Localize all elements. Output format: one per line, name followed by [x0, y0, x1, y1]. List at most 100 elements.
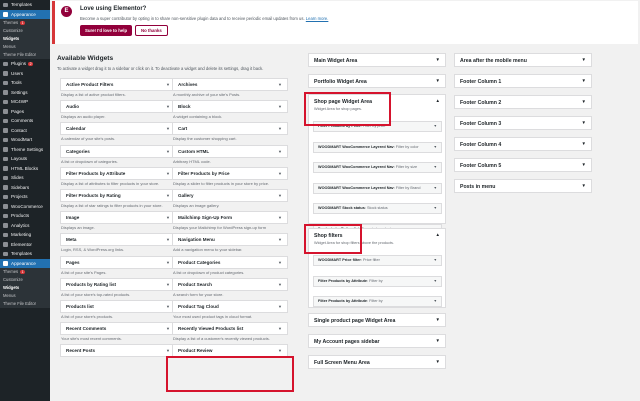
available-widget[interactable]: Products list ▼	[60, 300, 176, 313]
expand-toggle-icon[interactable]: ▼	[582, 120, 586, 125]
widget-area-title[interactable]: Footer Column 5	[460, 163, 501, 169]
submenu-item-themes[interactable]: Themes 1	[0, 19, 50, 27]
menu-item-analytics[interactable]: Analytics	[0, 221, 50, 231]
widget-area-title[interactable]: Portfolio Widget Area	[314, 79, 367, 85]
widget-arrow-icon[interactable]: ▼	[166, 323, 170, 334]
widget-area-title[interactable]: Single product page Widget Area	[314, 318, 395, 324]
available-widget[interactable]: Archives ▼	[172, 78, 288, 91]
widget-arrow-icon[interactable]: ▼	[278, 301, 282, 312]
widget-arrow-icon[interactable]: ▼	[278, 146, 282, 157]
widget-arrow-icon[interactable]: ▼	[433, 163, 437, 172]
available-widget[interactable]: Pages ▼	[60, 255, 176, 269]
expand-toggle-icon[interactable]: ▼	[582, 162, 586, 167]
widget-arrow-icon[interactable]: ▼	[278, 123, 282, 134]
available-widget[interactable]: Categories ▼	[60, 144, 176, 158]
menu-item-elementor[interactable]: Elementor	[0, 240, 50, 250]
widget-arrow-icon[interactable]: ▼	[166, 101, 170, 112]
expand-toggle-icon[interactable]: ▼	[582, 57, 586, 62]
placed-widget[interactable]: Filter Products by Price: Filter by pric…	[313, 121, 442, 132]
menu-item-plugins[interactable]: Plugins 2	[0, 59, 50, 69]
available-widget[interactable]: Navigation Menu ▼	[172, 233, 288, 247]
widget-arrow-icon[interactable]: ▼	[166, 79, 170, 90]
submenu-item-theme-file-editor[interactable]: Theme File Editor	[0, 300, 50, 308]
menu-item-mc4wp[interactable]: MC4WP	[0, 97, 50, 107]
menu-item-pages[interactable]: Pages	[0, 107, 50, 117]
expand-toggle-icon[interactable]: ▼	[582, 183, 586, 188]
collapse-toggle-icon[interactable]: ▲	[436, 232, 440, 237]
widget-arrow-icon[interactable]: ▼	[278, 79, 282, 90]
widget-area-title[interactable]: Footer Column 4	[460, 142, 501, 148]
widget-area-title[interactable]: My Account pages sidebar	[314, 339, 380, 345]
widget-area-title[interactable]: Footer Column 1	[460, 79, 501, 85]
menu-item-sidebars[interactable]: Sidebars	[0, 183, 50, 193]
available-widget[interactable]: Gallery ▼	[172, 189, 288, 202]
widget-arrow-icon[interactable]: ▼	[278, 279, 282, 290]
widget-area-title[interactable]: Footer Column 3	[460, 121, 501, 127]
expand-toggle-icon[interactable]: ▼	[582, 141, 586, 146]
available-widget[interactable]: Products by Rating list ▼	[60, 277, 176, 291]
widget-arrow-icon[interactable]: ▼	[278, 234, 282, 245]
menu-item-marketing[interactable]: Marketing	[0, 230, 50, 240]
menu-item-projects[interactable]: Projects	[0, 192, 50, 202]
widget-arrow-icon[interactable]: ▼	[278, 212, 282, 223]
available-widget[interactable]: Calendar ▼	[60, 122, 176, 136]
placed-widget[interactable]: WOODMART WooCommerce Layered Nav: Filter…	[313, 182, 442, 194]
menu-item-layouts[interactable]: Layouts	[0, 154, 50, 164]
placed-widget[interactable]: WOODMART WooCommerce Layered Nav: Filter…	[313, 162, 442, 173]
menu-item-tools[interactable]: Tools	[0, 78, 50, 88]
notice-learn-more-link[interactable]: Learn more.	[306, 16, 329, 21]
expand-toggle-icon[interactable]: ▼	[436, 359, 440, 364]
widget-arrow-icon[interactable]: ▼	[278, 168, 282, 179]
expand-toggle-icon[interactable]: ▼	[436, 57, 440, 62]
placed-widget[interactable]: Filter Products by Attribute: Filter by ▼	[313, 275, 442, 287]
available-widget[interactable]: Recently Viewed Products list ▼	[172, 322, 288, 336]
placed-widget[interactable]: WOODMART Stock status: Stock status ▼	[313, 203, 442, 214]
widget-arrow-icon[interactable]: ▼	[433, 277, 437, 286]
widget-arrow-icon[interactable]: ▼	[433, 184, 437, 193]
widget-area-title[interactable]: Shop page Widget Area	[314, 99, 372, 105]
menu-item-users[interactable]: Users	[0, 69, 50, 79]
widget-arrow-icon[interactable]: ▼	[166, 168, 170, 179]
widget-arrow-icon[interactable]: ▼	[278, 323, 282, 334]
placed-widget[interactable]: WOODMART Price filter: Price filter ▼	[313, 255, 442, 266]
expand-toggle-icon[interactable]: ▼	[436, 317, 440, 322]
menu-item-theme-settings[interactable]: Theme Settings	[0, 145, 50, 155]
widget-arrow-icon[interactable]: ▼	[166, 257, 170, 268]
available-widget[interactable]: Audio ▼	[60, 100, 176, 114]
widget-area-title[interactable]: Footer Column 2	[460, 100, 501, 106]
available-widget[interactable]: Mailchimp Sign-Up Form ▼	[172, 211, 288, 225]
available-widget[interactable]: Cart ▼	[172, 122, 288, 136]
submenu-item-widgets[interactable]: Widgets	[0, 284, 50, 292]
widget-arrow-icon[interactable]: ▼	[433, 122, 437, 131]
collapse-toggle-icon[interactable]: ▲	[436, 98, 440, 103]
placed-widget[interactable]: Filter Products by Attribute: Filter by ▼	[313, 296, 442, 307]
menu-item-templates[interactable]: Templates	[0, 0, 50, 10]
menu-item-templates[interactable]: Templates	[0, 249, 50, 259]
menu-item-settings[interactable]: Settings	[0, 88, 50, 98]
widget-arrow-icon[interactable]: ▼	[278, 257, 282, 268]
submenu-item-customize[interactable]: Customize	[0, 276, 50, 284]
expand-toggle-icon[interactable]: ▼	[582, 99, 586, 104]
submenu-item-widgets[interactable]: Widgets	[0, 35, 50, 43]
menu-item-comments[interactable]: Comments	[0, 116, 50, 126]
widget-arrow-icon[interactable]: ▼	[433, 204, 437, 213]
widget-arrow-icon[interactable]: ▼	[166, 345, 170, 356]
expand-toggle-icon[interactable]: ▼	[436, 78, 440, 83]
widget-arrow-icon[interactable]: ▼	[166, 123, 170, 134]
widget-arrow-icon[interactable]: ▼	[166, 146, 170, 157]
menu-item-products[interactable]: Products	[0, 211, 50, 221]
submenu-item-menus[interactable]: Menus	[0, 43, 50, 51]
available-widget[interactable]: Image ▼	[60, 211, 176, 225]
submenu-item-menus[interactable]: Menus	[0, 292, 50, 300]
menu-item-appearance[interactable]: Appearance	[0, 9, 50, 19]
expand-toggle-icon[interactable]: ▼	[436, 338, 440, 343]
widget-arrow-icon[interactable]: ▼	[433, 143, 437, 152]
available-widget[interactable]: Product Tag Cloud ▼	[172, 300, 288, 313]
widget-arrow-icon[interactable]: ▼	[166, 301, 170, 312]
widget-area-title[interactable]: Main Widget Area	[314, 58, 357, 64]
widget-arrow-icon[interactable]: ▼	[433, 297, 437, 306]
menu-item-woodmart[interactable]: WoodMart	[0, 135, 50, 145]
available-widget[interactable]: Active Product Filters ▼	[60, 78, 176, 91]
widget-area-title[interactable]: Full Screen Menu Area	[314, 360, 370, 366]
submenu-item-themes[interactable]: Themes 1	[0, 268, 50, 276]
